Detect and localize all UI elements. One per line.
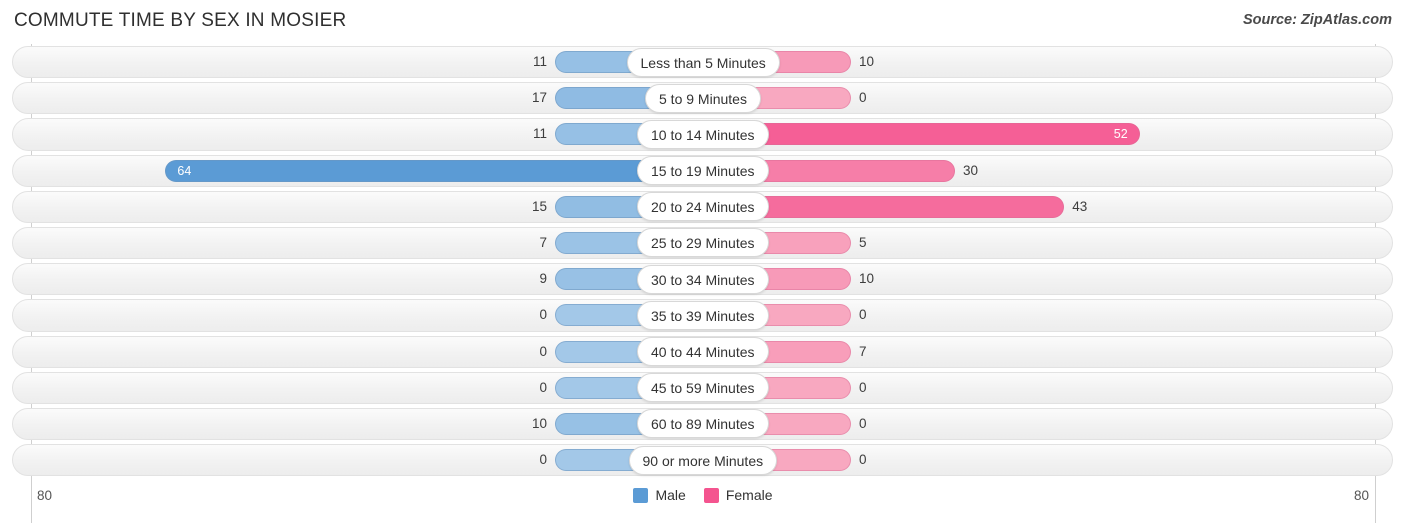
bar-row: 0 0 45 to 59 Minutes xyxy=(0,370,1406,406)
value-label-female: 0 xyxy=(859,90,867,106)
bar-row: 11 10 Less than 5 Minutes xyxy=(0,44,1406,80)
value-label-male: 15 xyxy=(531,198,547,214)
value-label-female: 0 xyxy=(859,415,867,431)
value-label-female: 52 xyxy=(1113,127,1128,142)
value-label-male: 17 xyxy=(531,90,547,106)
value-label-male: 0 xyxy=(539,307,547,323)
value-label-female: 0 xyxy=(859,307,867,323)
source-attribution: Source: ZipAtlas.com xyxy=(1242,12,1392,28)
category-label: 5 to 9 Minutes xyxy=(645,83,761,113)
bar-row: 7 5 25 to 29 Minutes xyxy=(0,225,1406,261)
bar-row: 0 0 90 or more Minutes xyxy=(0,442,1406,478)
category-label: 90 or more Minutes xyxy=(628,445,778,475)
value-label-female: 5 xyxy=(859,234,867,250)
chart-footer: 80 80 Male Female xyxy=(0,481,1406,523)
value-label-male: 0 xyxy=(539,379,547,395)
category-label: 25 to 29 Minutes xyxy=(637,228,769,258)
category-label: 15 to 19 Minutes xyxy=(637,156,769,186)
bar-row: 10 0 60 to 89 Minutes xyxy=(0,406,1406,442)
value-label-male: 7 xyxy=(539,234,547,250)
bar-row: 9 10 30 to 34 Minutes xyxy=(0,261,1406,297)
value-label-male: 64 xyxy=(177,163,192,178)
value-label-female: 0 xyxy=(859,379,867,395)
value-label-female: 7 xyxy=(859,343,867,359)
legend-swatch-icon xyxy=(633,487,649,503)
bar-row: 0 0 35 to 39 Minutes xyxy=(0,297,1406,333)
value-label-female: 43 xyxy=(1072,198,1088,214)
value-label-male: 10 xyxy=(531,415,547,431)
value-label-male: 11 xyxy=(532,126,547,142)
bar-row: 17 0 5 to 9 Minutes xyxy=(0,80,1406,116)
value-label-female: 30 xyxy=(963,162,979,178)
value-label-male: 0 xyxy=(539,452,547,468)
bar-row: 11 52 10 to 14 Minutes xyxy=(0,116,1406,152)
chart-header: COMMUTE TIME BY SEX IN MOSIER Source: Zi… xyxy=(0,0,1406,44)
bar-female[interactable] xyxy=(703,123,1140,146)
legend-label: Female xyxy=(725,487,773,503)
value-label-female: 0 xyxy=(859,452,867,468)
bar-row: 64 30 15 to 19 Minutes xyxy=(0,153,1406,189)
legend-swatch-icon xyxy=(703,487,719,503)
category-label: 35 to 39 Minutes xyxy=(637,300,769,330)
category-label: 20 to 24 Minutes xyxy=(637,192,769,222)
value-label-male: 9 xyxy=(539,271,547,287)
value-label-female: 10 xyxy=(859,271,875,287)
bar-male[interactable] xyxy=(165,159,703,182)
category-label: 30 to 34 Minutes xyxy=(637,264,769,294)
chart-legend: Male Female xyxy=(0,487,1406,503)
chart-plot-area: 11 10 Less than 5 Minutes 17 0 5 to 9 Minutes… xyxy=(0,44,1406,523)
category-label: 45 to 59 Minutes xyxy=(637,373,769,403)
category-label: Less than 5 Minutes xyxy=(626,47,780,77)
legend-item-male[interactable]: Male xyxy=(633,487,686,503)
category-label: 40 to 44 Minutes xyxy=(637,337,769,366)
category-label: 10 to 14 Minutes xyxy=(637,119,769,149)
bar-row: 15 43 20 to 24 Minutes xyxy=(0,189,1406,225)
bar-rows: 11 10 Less than 5 Minutes 17 0 5 to 9 Minutes… xyxy=(0,44,1406,478)
value-label-male: 11 xyxy=(532,54,547,69)
page-title: COMMUTE TIME BY SEX IN MOSIER xyxy=(14,10,347,31)
legend-label: Male xyxy=(655,487,686,503)
value-label-male: 0 xyxy=(539,343,547,359)
category-label: 60 to 89 Minutes xyxy=(637,409,769,439)
value-label-female: 10 xyxy=(859,54,875,69)
legend-item-female[interactable]: Female xyxy=(703,487,773,503)
bar-row: 0 7 40 to 44 Minutes xyxy=(0,334,1406,370)
